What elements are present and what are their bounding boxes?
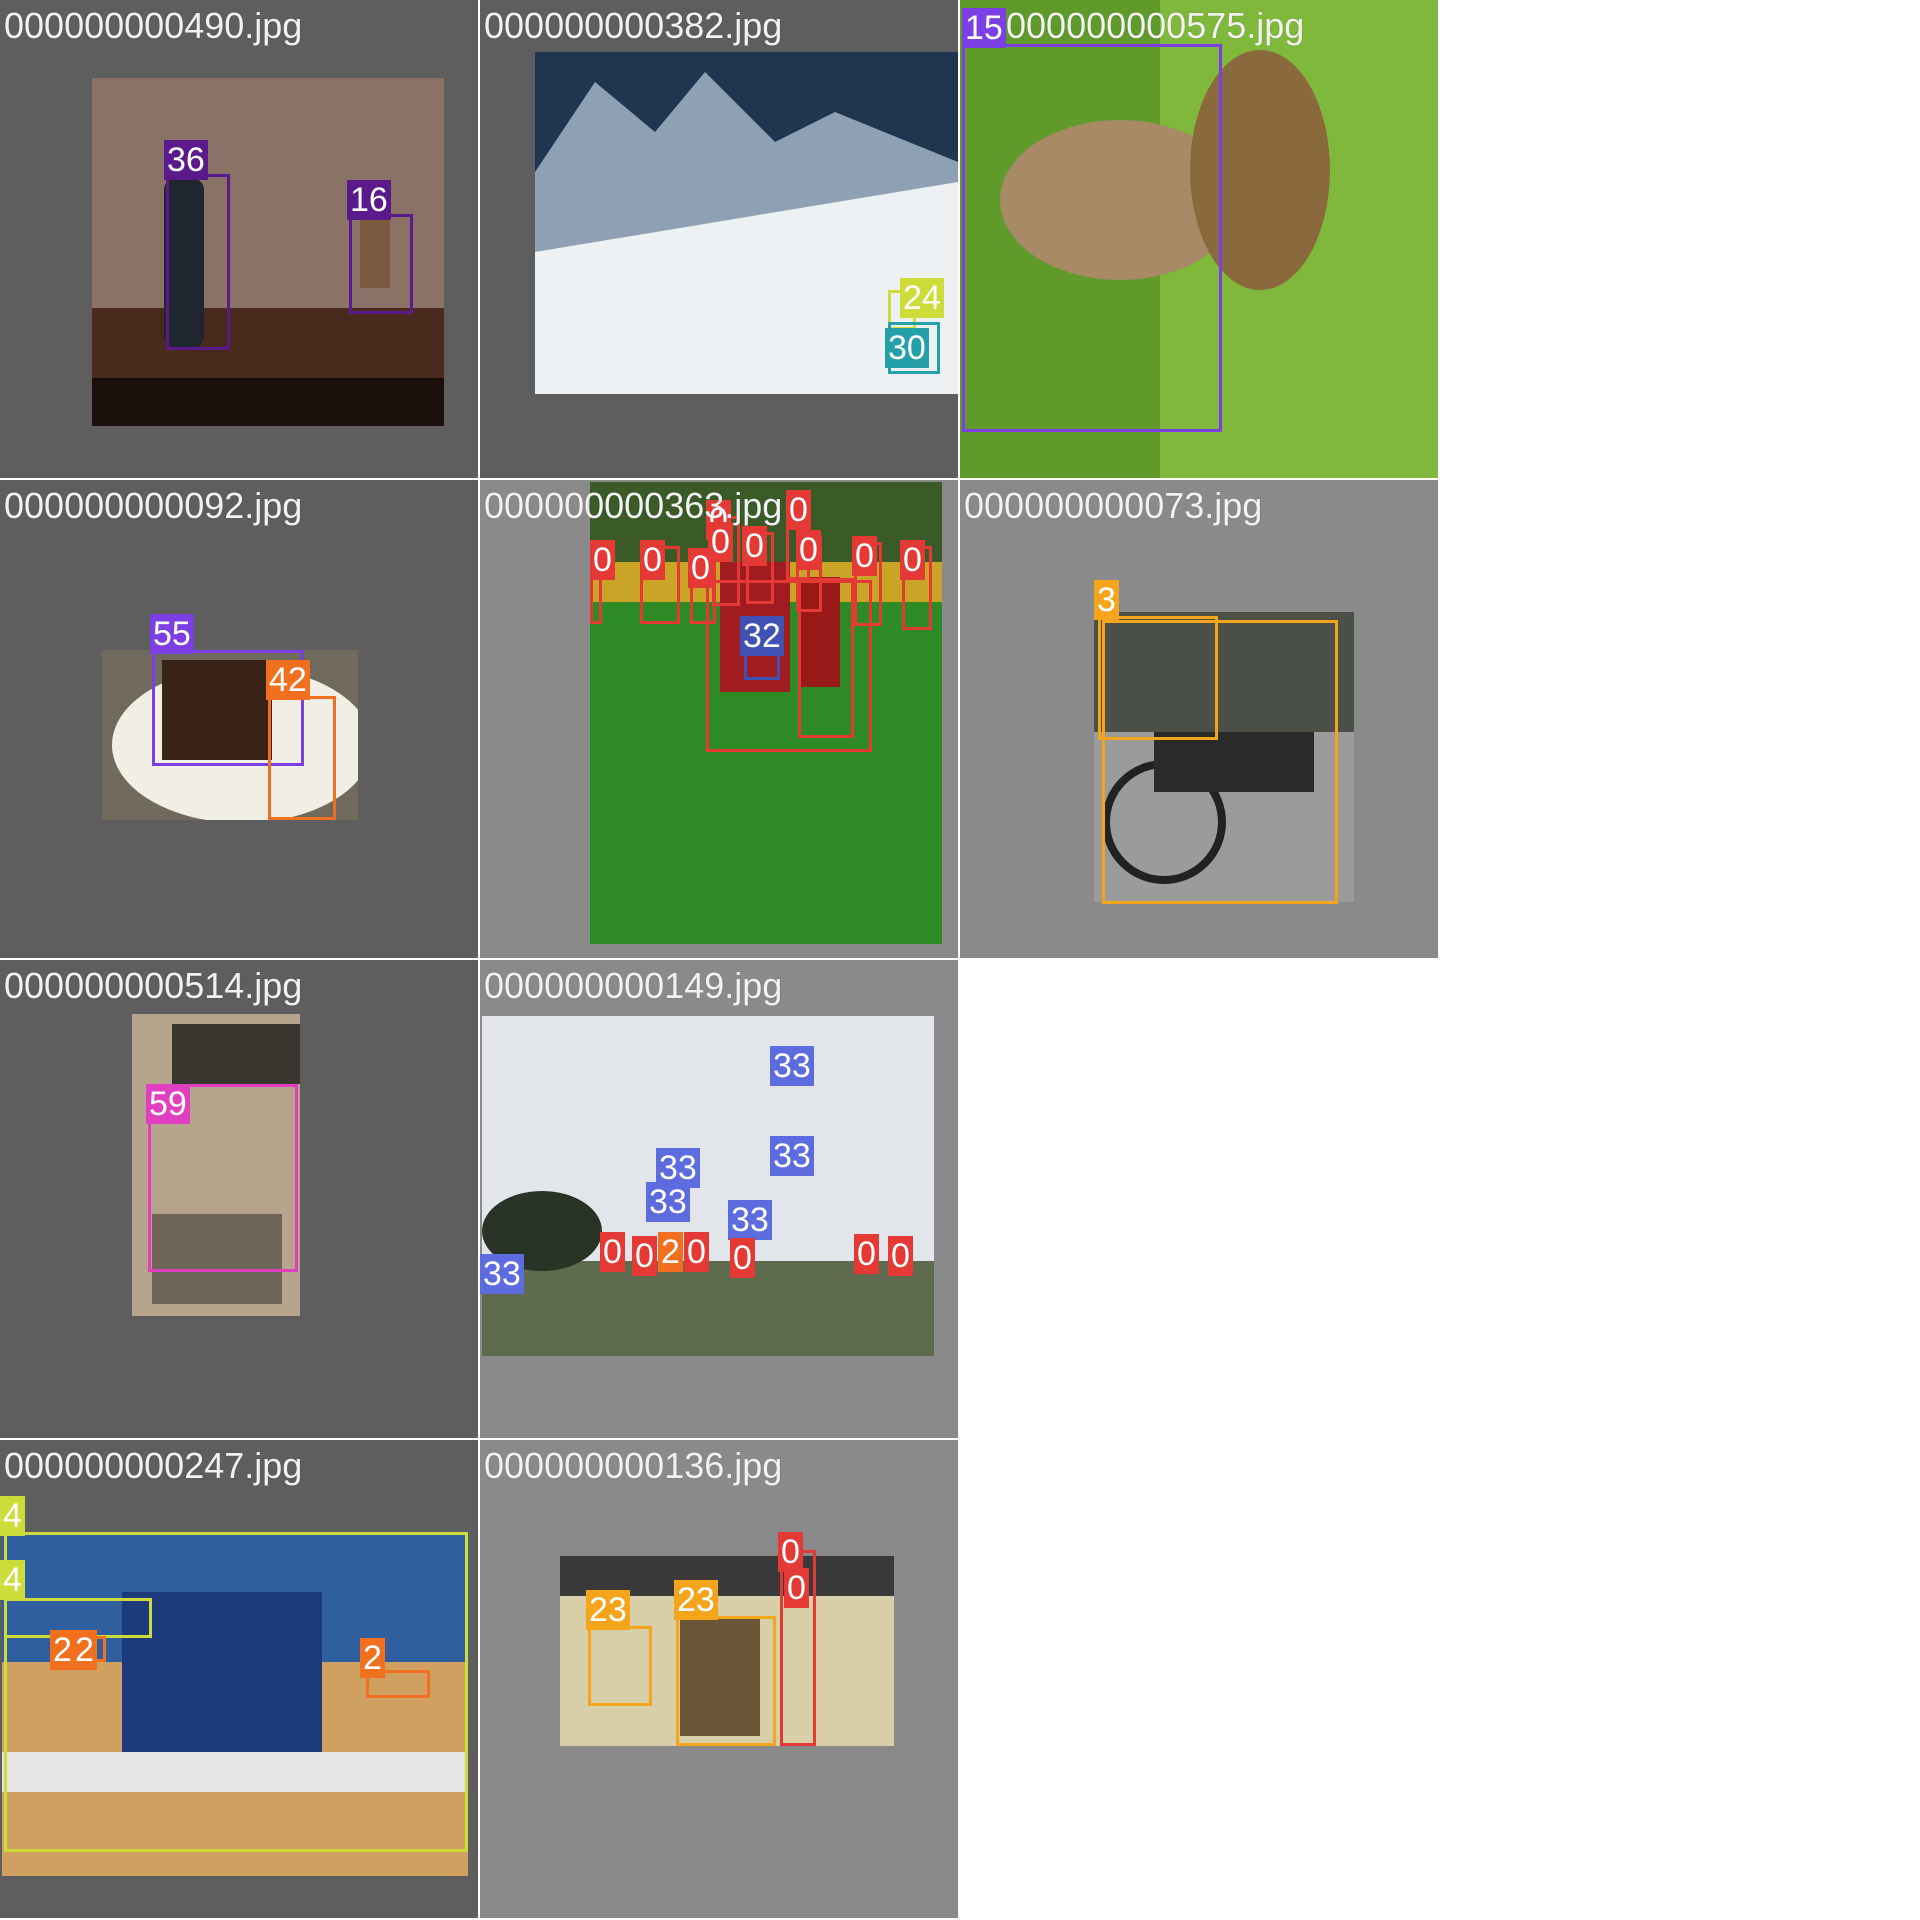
label-33-1: 33 xyxy=(770,1046,814,1086)
tile-149[interactable]: 33 33 33 33 33 33 0 0 0 2 0 0 0 00000000… xyxy=(480,960,958,1438)
tile-136[interactable]: 23 23 0 0 000000000136.jpg xyxy=(480,1440,958,1918)
label-23-2: 23 xyxy=(674,1580,718,1620)
label-33-5: 33 xyxy=(728,1200,772,1240)
bbox-giraffe-2 xyxy=(676,1616,776,1746)
label-0-9: 0 xyxy=(900,540,925,580)
label-55: 55 xyxy=(150,614,194,654)
tile-073[interactable]: 3 000000000073.jpg xyxy=(960,480,1438,958)
label-0-8: 0 xyxy=(852,536,877,576)
label-0-5: 0 xyxy=(742,526,767,566)
filename-073: 000000000073.jpg xyxy=(964,485,1263,526)
label-16: 16 xyxy=(347,180,391,220)
label-30: 30 xyxy=(885,328,929,368)
bbox-motorcycle-2 xyxy=(1098,616,1218,740)
bbox-skateboard xyxy=(166,174,230,350)
tile-514[interactable]: 59 000000000514.jpg xyxy=(0,960,478,1438)
label-3: 3 xyxy=(1094,580,1119,620)
tile-092[interactable]: 55 42 000000000092.jpg xyxy=(0,480,478,958)
bbox-fork xyxy=(268,696,336,820)
label-0-10: 0 xyxy=(708,522,733,562)
label-36: 36 xyxy=(164,140,208,180)
bbox-dog xyxy=(349,214,413,314)
filename-490: 000000000490.jpg xyxy=(4,5,303,46)
filename-149: 000000000149.jpg xyxy=(484,965,783,1006)
tile-247[interactable]: 4 4 2 2 2 000000000247.jpg xyxy=(0,1440,478,1918)
label-0-c: 0 xyxy=(684,1232,709,1272)
label-2: 2 xyxy=(658,1232,683,1272)
label-2-2: 2 xyxy=(360,1638,385,1678)
label-32: 32 xyxy=(740,616,784,656)
label-23-1: 23 xyxy=(586,1590,630,1630)
label-0-a: 0 xyxy=(600,1232,625,1272)
label-0-d: 0 xyxy=(730,1238,755,1278)
label-4-1: 4 xyxy=(0,1496,25,1536)
label-59: 59 xyxy=(146,1084,190,1124)
label-0-e: 0 xyxy=(854,1234,879,1274)
label-24: 24 xyxy=(900,278,944,318)
label-0-6: 0 xyxy=(786,490,811,530)
label-33-6: 33 xyxy=(480,1254,524,1294)
bbox-player-2 xyxy=(798,578,854,738)
filename-092: 000000000092.jpg xyxy=(4,485,303,526)
label-33-2: 33 xyxy=(770,1136,814,1176)
kite-field-image xyxy=(482,1016,934,1356)
filename-382: 000000000382.jpg xyxy=(484,5,783,46)
tile-490[interactable]: 36 16 000000000490.jpg xyxy=(0,0,478,478)
label-0-f: 0 xyxy=(888,1236,913,1276)
filename-575: 000000000575.jpg xyxy=(1006,5,1305,46)
tile-575[interactable]: 15 000000000575.jpg xyxy=(960,0,1438,478)
label-0-2: 0 xyxy=(784,1568,809,1608)
label-4-2: 4 xyxy=(0,1560,25,1600)
label-0-1: 0 xyxy=(778,1532,803,1572)
photo-149 xyxy=(482,1016,934,1356)
filename-514: 000000000514.jpg xyxy=(4,965,303,1006)
label-2-3: 2 xyxy=(72,1630,97,1670)
filename-247: 000000000247.jpg xyxy=(4,1445,303,1486)
label-33-4: 33 xyxy=(646,1182,690,1222)
label-0-b: 0 xyxy=(632,1236,657,1276)
mosaic-grid: 36 16 000000000490.jpg 24 30 00000000038… xyxy=(0,0,1920,1920)
bbox-giraffe-1 xyxy=(588,1626,652,1706)
filename-136: 000000000136.jpg xyxy=(484,1445,783,1486)
tile-363[interactable]: 0 0 0 0 0 0 0 0 0 0 32 000000000363.jpg xyxy=(480,480,958,958)
filename-363: 000000000363.jpg xyxy=(484,485,783,526)
label-0-1: 0 xyxy=(590,540,615,580)
label-0-2: 0 xyxy=(640,540,665,580)
label-0-7: 0 xyxy=(796,530,821,570)
tile-382[interactable]: 24 30 000000000382.jpg xyxy=(480,0,958,478)
bbox-cat xyxy=(962,44,1222,432)
label-15: 15 xyxy=(962,8,1006,48)
label-42: 42 xyxy=(266,660,310,700)
